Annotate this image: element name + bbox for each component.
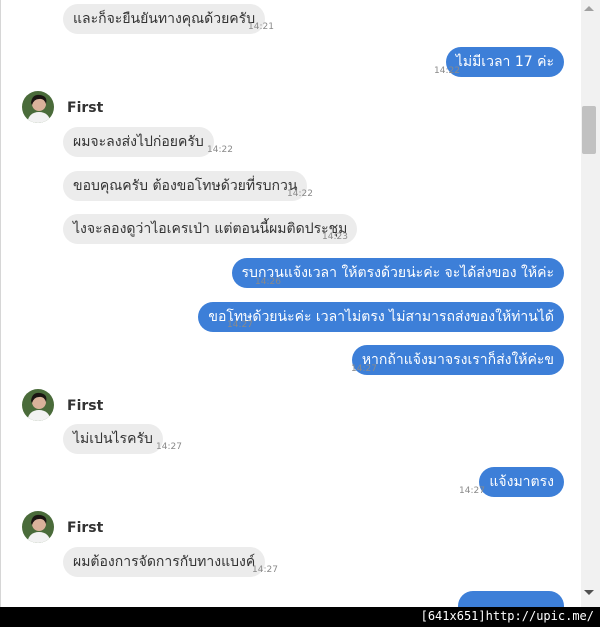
image-footer: [641x651]http://upic.me/ bbox=[0, 607, 600, 627]
scroll-up-arrow-icon[interactable] bbox=[584, 6, 594, 11]
message-bubble: แจ้งมาตรง bbox=[479, 467, 564, 497]
message-bubble-partial bbox=[458, 591, 564, 607]
message-bubble: และก็จะยืนยันทางคุณด้วยครับ bbox=[63, 4, 266, 34]
avatar[interactable] bbox=[22, 91, 54, 123]
avatar-image bbox=[22, 511, 54, 543]
message-time: 14:23 bbox=[322, 232, 348, 242]
scroll-down-arrow-icon[interactable] bbox=[584, 590, 594, 595]
message-time: 14:26 bbox=[255, 277, 281, 287]
avatar-image bbox=[22, 389, 54, 421]
message-bubble: ขอโทษด้วยน่ะค่ะ เวลาไม่ตรง ไม่สามารถส่งข… bbox=[198, 302, 564, 332]
scrollbar[interactable] bbox=[581, 0, 600, 607]
message-bubble: ไม่มีเวลา 17 ค่ะ bbox=[445, 47, 564, 77]
avatar[interactable] bbox=[22, 511, 54, 543]
message-time: 14:27 bbox=[252, 565, 278, 575]
message-bubble: ผมต้องการจัดการกับทางแบงค์ bbox=[63, 547, 266, 577]
message-time: 14:22 bbox=[287, 189, 313, 199]
message-time: 14:27 bbox=[227, 320, 253, 330]
message-time: 14:27 bbox=[156, 442, 182, 452]
message-time: 14:27 bbox=[459, 486, 485, 496]
message-time: 14:22 bbox=[207, 145, 233, 155]
contact-name: First bbox=[67, 398, 104, 414]
message-bubble: ขอบคุณครับ ต้องขอโทษด้วยที่รบกวน bbox=[63, 171, 308, 201]
message-bubble: รบกวนแจ้งเวลา ให้ตรงด้วยน่ะค่ะ จะได้ส่งข… bbox=[231, 258, 564, 288]
message-bubble: ไงจะลองดูว่าไอเครเป่า แต่ตอนนี้ผมติดประช… bbox=[63, 214, 358, 244]
message-time: 14:27 bbox=[351, 364, 377, 374]
message-bubble: ผมจะลงส่งไปก่อยครับ bbox=[63, 127, 214, 157]
message-list[interactable]: และก็จะยืนยันทางคุณด้วยครับ 14:21 ไม่มีเ… bbox=[0, 0, 581, 607]
contact-name: First bbox=[67, 100, 104, 116]
avatar-image bbox=[22, 91, 54, 123]
contact-name: First bbox=[67, 520, 104, 536]
chat-window: และก็จะยืนยันทางคุณด้วยครับ 14:21 ไม่มีเ… bbox=[0, 0, 600, 607]
message-bubble: หากถ้าแจ้งมาจรงเราก็ส่งให้ค่ะข bbox=[351, 345, 564, 375]
message-time: 14:21 bbox=[248, 22, 274, 32]
message-bubble: ไม่เปนไรครับ bbox=[63, 424, 163, 454]
message-time: 14:22 bbox=[434, 66, 460, 76]
footer-caption: [641x651]http://upic.me/ bbox=[420, 609, 594, 623]
scrollbar-thumb[interactable] bbox=[582, 106, 596, 154]
avatar[interactable] bbox=[22, 389, 54, 421]
